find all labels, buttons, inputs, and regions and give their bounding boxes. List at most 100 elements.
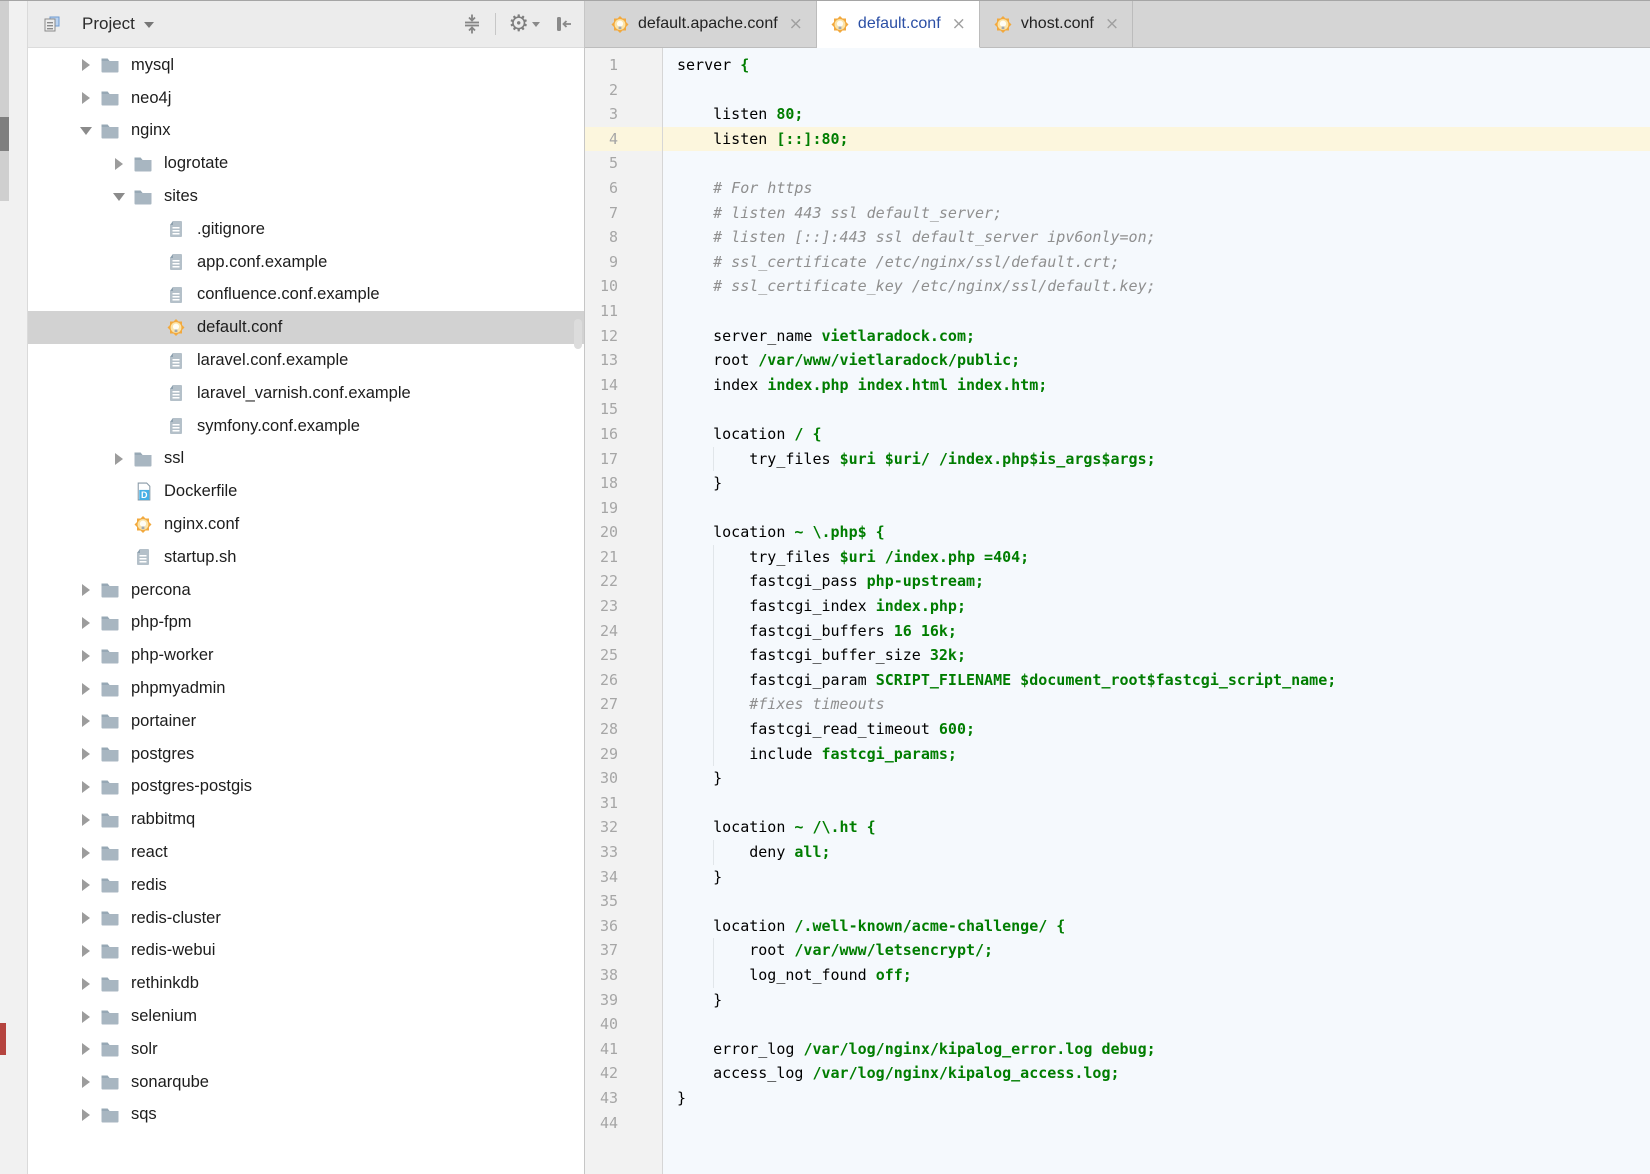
code-line-25[interactable]: fastcgi_buffer_size 32k; xyxy=(663,643,1650,668)
tool-window-stripe-handle[interactable] xyxy=(0,117,9,151)
line-number[interactable]: 9 xyxy=(585,250,662,275)
tree-item-laravel-varnish-conf-example[interactable]: laravel_varnish.conf.example xyxy=(28,377,584,410)
close-icon[interactable]: × xyxy=(789,16,803,33)
expand-arrow-icon[interactable] xyxy=(78,748,94,760)
expand-arrow-icon[interactable] xyxy=(78,683,94,695)
code-line-18[interactable]: } xyxy=(663,471,1650,496)
tree-item-mysql[interactable]: mysql xyxy=(28,49,584,82)
code-line-7[interactable]: # listen 443 ssl default_server; xyxy=(663,201,1650,226)
line-number[interactable]: 13 xyxy=(585,348,662,373)
tool-window-stripe[interactable] xyxy=(0,1,28,1174)
tree-item-react[interactable]: react xyxy=(28,836,584,869)
project-tree[interactable]: mysqlneo4jnginxlogrotatesites.gitignorea… xyxy=(28,48,584,1174)
code-line-6[interactable]: # For https xyxy=(663,176,1650,201)
tab-default-apache-conf[interactable]: default.apache.conf× xyxy=(597,1,817,47)
code-line-14[interactable]: index index.php index.html index.htm; xyxy=(663,373,1650,398)
code-line-42[interactable]: access_log /var/log/nginx/kipalog_access… xyxy=(663,1061,1650,1086)
collapse-arrow-icon[interactable] xyxy=(78,127,94,135)
code-line-41[interactable]: error_log /var/log/nginx/kipalog_error.l… xyxy=(663,1037,1650,1062)
code-line-34[interactable]: } xyxy=(663,865,1650,890)
collapse-all-icon[interactable] xyxy=(461,13,483,35)
tree-item-solr[interactable]: solr xyxy=(28,1033,584,1066)
code-line-29[interactable]: include fastcgi_params; xyxy=(663,742,1650,767)
expand-arrow-icon[interactable] xyxy=(78,1011,94,1023)
line-number[interactable]: 11 xyxy=(585,299,662,324)
close-icon[interactable]: × xyxy=(952,16,966,33)
code-line-24[interactable]: fastcgi_buffers 16 16k; xyxy=(663,619,1650,644)
tree-item-default-conf[interactable]: default.conf xyxy=(28,311,584,344)
expand-arrow-icon[interactable] xyxy=(78,1043,94,1055)
line-number[interactable]: 25 xyxy=(585,643,662,668)
tab-default-conf[interactable]: default.conf× xyxy=(817,1,980,48)
code-line-37[interactable]: root /var/www/letsencrypt/; xyxy=(663,938,1650,963)
line-number[interactable]: 20 xyxy=(585,520,662,545)
expand-arrow-icon[interactable] xyxy=(78,59,94,71)
editor[interactable]: 1234567891011121314151617181920212223242… xyxy=(585,48,1650,1174)
line-number[interactable]: 34 xyxy=(585,865,662,890)
tree-item-sites[interactable]: sites xyxy=(28,180,584,213)
line-number[interactable]: 10 xyxy=(585,274,662,299)
tree-item-laravel-conf-example[interactable]: laravel.conf.example xyxy=(28,344,584,377)
code-line-33[interactable]: deny all; xyxy=(663,840,1650,865)
line-number[interactable]: 36 xyxy=(585,914,662,939)
tree-item-nginx-conf[interactable]: nginx.conf xyxy=(28,508,584,541)
line-number[interactable]: 28 xyxy=(585,717,662,742)
tree-item-php-worker[interactable]: php-worker xyxy=(28,639,584,672)
code-line-36[interactable]: location /.well-known/acme-challenge/ { xyxy=(663,914,1650,939)
line-number[interactable]: 7 xyxy=(585,201,662,226)
line-number[interactable]: 3 xyxy=(585,102,662,127)
hide-panel-icon[interactable] xyxy=(552,13,574,35)
code-line-13[interactable]: root /var/www/vietlaradock/public; xyxy=(663,348,1650,373)
tree-item-symfony-conf-example[interactable]: symfony.conf.example xyxy=(28,410,584,443)
expand-arrow-icon[interactable] xyxy=(78,814,94,826)
code-line-3[interactable]: listen 80; xyxy=(663,102,1650,127)
tree-item-redis-cluster[interactable]: redis-cluster xyxy=(28,902,584,935)
code-line-22[interactable]: fastcgi_pass php-upstream; xyxy=(663,569,1650,594)
tree-item-portainer[interactable]: portainer xyxy=(28,705,584,738)
settings-gear-icon[interactable]: ⚙ xyxy=(508,13,540,35)
code-line-40[interactable] xyxy=(663,1012,1650,1037)
tree-item-neo4j[interactable]: neo4j xyxy=(28,82,584,115)
tree-item-dockerfile[interactable]: DDockerfile xyxy=(28,475,584,508)
line-number[interactable]: 32 xyxy=(585,815,662,840)
line-number[interactable]: 44 xyxy=(585,1111,662,1136)
code-line-32[interactable]: location ~ /\.ht { xyxy=(663,815,1650,840)
code-line-31[interactable] xyxy=(663,791,1650,816)
code-line-21[interactable]: try_files $uri /index.php =404; xyxy=(663,545,1650,570)
tree-item-postgres[interactable]: postgres xyxy=(28,738,584,771)
code-line-44[interactable] xyxy=(663,1111,1650,1136)
tree-item-nginx[interactable]: nginx xyxy=(28,115,584,148)
line-number[interactable]: 6 xyxy=(585,176,662,201)
collapse-arrow-icon[interactable] xyxy=(111,193,127,201)
line-number[interactable]: 31 xyxy=(585,791,662,816)
tree-item-php-fpm[interactable]: php-fpm xyxy=(28,607,584,640)
code-line-43[interactable]: } xyxy=(663,1086,1650,1111)
code-line-38[interactable]: log_not_found off; xyxy=(663,963,1650,988)
code-line-26[interactable]: fastcgi_param SCRIPT_FILENAME $document_… xyxy=(663,668,1650,693)
code-line-20[interactable]: location ~ \.php$ { xyxy=(663,520,1650,545)
line-number[interactable]: 14 xyxy=(585,373,662,398)
tree-item-redis[interactable]: redis xyxy=(28,869,584,902)
project-scrollbar-thumb[interactable] xyxy=(574,319,582,349)
code-line-8[interactable]: # listen [::]:443 ssl default_server ipv… xyxy=(663,225,1650,250)
expand-arrow-icon[interactable] xyxy=(78,1109,94,1121)
tree-item-rabbitmq[interactable]: rabbitmq xyxy=(28,803,584,836)
code-line-5[interactable] xyxy=(663,151,1650,176)
code-line-17[interactable]: try_files $uri $uri/ /index.php$is_args$… xyxy=(663,447,1650,472)
line-number[interactable]: 43 xyxy=(585,1086,662,1111)
tree-item-ssl[interactable]: ssl xyxy=(28,443,584,476)
line-number[interactable]: 37 xyxy=(585,938,662,963)
line-number[interactable]: 27 xyxy=(585,692,662,717)
line-number[interactable]: 39 xyxy=(585,988,662,1013)
code-line-28[interactable]: fastcgi_read_timeout 600; xyxy=(663,717,1650,742)
close-icon[interactable]: × xyxy=(1105,16,1119,33)
line-number[interactable]: 1 xyxy=(585,53,662,78)
line-number[interactable]: 40 xyxy=(585,1012,662,1037)
line-number[interactable]: 42 xyxy=(585,1061,662,1086)
line-number[interactable]: 8 xyxy=(585,225,662,250)
tree-item--gitignore[interactable]: .gitignore xyxy=(28,213,584,246)
line-number[interactable]: 26 xyxy=(585,668,662,693)
line-number[interactable]: 38 xyxy=(585,963,662,988)
expand-arrow-icon[interactable] xyxy=(78,781,94,793)
tree-item-app-conf-example[interactable]: app.conf.example xyxy=(28,246,584,279)
